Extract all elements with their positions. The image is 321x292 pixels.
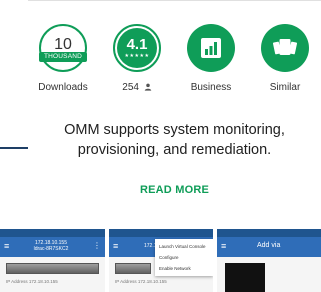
menu-icon: ≡ [4, 241, 10, 251]
info-row: IP Address 172.18.10.155 [115, 279, 167, 284]
server-image [115, 263, 151, 274]
dark-panel [225, 263, 265, 292]
more-vert-icon: ⋮ [93, 241, 101, 250]
downloads-stat: 10 THOUSAND Downloads [28, 24, 98, 93]
status-bar [109, 229, 213, 237]
rating-count-caption: 254 [102, 82, 172, 93]
downloads-number: 10 [54, 36, 72, 53]
category-stat[interactable]: Business [176, 24, 246, 93]
category-caption: Business [190, 82, 232, 93]
rating-stars: ★★★★★ [124, 53, 150, 59]
app-bar: ≡ Add via [217, 237, 321, 257]
rating-value: 4.1 [126, 36, 148, 53]
app-description: OMM supports system monitoring, provisio… [64, 122, 285, 158]
app-bar-title: Add via [257, 242, 281, 249]
business-chart-icon [201, 38, 221, 58]
rating-badge[interactable]: 4.1 ★★★★★ [113, 24, 161, 72]
rating-count: 254 [122, 82, 139, 93]
screenshot-thumbnail[interactable]: ≡ 172.18.10.155 IP Address 172.18.10.155… [109, 229, 213, 292]
server-image [6, 263, 99, 274]
read-more-button[interactable]: READ MORE [28, 184, 321, 196]
screenshot-thumbnail[interactable]: ≡ Add via [217, 229, 321, 292]
status-bar [217, 229, 321, 237]
divider [28, 0, 321, 1]
info-row: IP Address 172.18.10.155 [6, 279, 58, 284]
category-badge[interactable] [187, 24, 235, 72]
menu-icon: ≡ [221, 241, 227, 251]
downloads-badge: 10 THOUSAND [39, 24, 87, 72]
menu-item[interactable]: Configure [155, 252, 213, 263]
menu-item[interactable]: Launch Virtual Console [155, 241, 213, 252]
person-icon [144, 83, 151, 91]
accent-line [0, 147, 28, 149]
app-stats-row: 10 THOUSAND Downloads 4.1 ★★★★★ 254 Busi… [28, 24, 321, 104]
status-bar [0, 229, 105, 237]
downloads-unit-band: THOUSAND [39, 52, 87, 62]
overflow-menu: Launch Virtual Console Configure Enable … [155, 239, 213, 276]
downloads-caption: Downloads [38, 82, 88, 93]
rating-stat[interactable]: 4.1 ★★★★★ 254 [102, 24, 172, 93]
menu-icon: ≡ [113, 241, 119, 251]
app-bar-title: 172.18.10.155 ldrac-8R7SKC2 [33, 240, 69, 252]
cards-icon [273, 39, 297, 55]
similar-stat[interactable]: Similar [250, 24, 320, 93]
screenshot-strip[interactable]: ≡ 172.18.10.155 ldrac-8R7SKC2 ⋮ IP Addre… [0, 229, 321, 292]
screenshot-thumbnail[interactable]: ≡ 172.18.10.155 ldrac-8R7SKC2 ⋮ IP Addre… [0, 229, 105, 292]
app-bar: ≡ 172.18.10.155 ldrac-8R7SKC2 ⋮ [0, 237, 105, 257]
menu-item[interactable]: Enable Network [155, 263, 213, 274]
similar-caption: Similar [269, 82, 301, 93]
similar-badge[interactable] [261, 24, 309, 72]
